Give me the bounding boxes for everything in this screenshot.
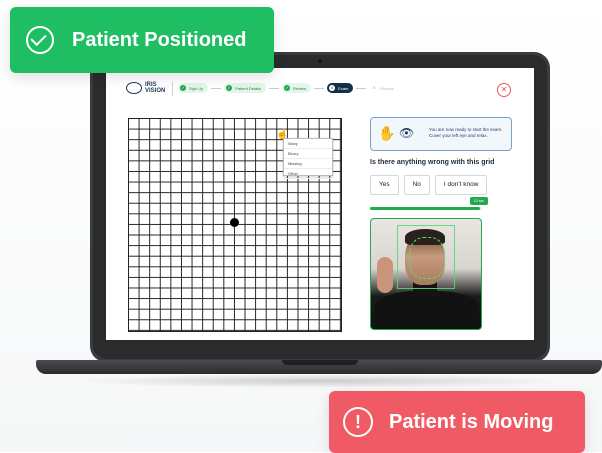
patient-positioned-badge: Patient Positioned <box>10 7 274 73</box>
step-connector <box>356 87 367 89</box>
badge-label: Patient Positioned <box>72 28 247 51</box>
step-number: 4 <box>329 85 336 91</box>
laptop-notch <box>282 360 358 365</box>
timer-badge: 12 sec <box>470 197 488 205</box>
step-connector <box>211 87 222 89</box>
step-progress: ✓ Sign Up ✓ Patient Details ✓ Review 4 E… <box>178 83 399 93</box>
webcam-dot <box>318 59 322 63</box>
progress-fill <box>370 207 480 210</box>
app-logo: IRIS VISION <box>126 82 171 94</box>
instruction-text: You are now ready to start the exam. Cov… <box>429 127 503 138</box>
menu-item-blurry[interactable]: Blurry <box>284 149 332 159</box>
step-sign-up[interactable]: ✓ Sign Up <box>178 83 209 93</box>
badge-label: Patient is Moving <box>389 410 554 433</box>
step-number: 5 <box>371 85 378 91</box>
step-label: Patient Details <box>235 85 262 91</box>
app-header: IRIS VISION ✓ Sign Up ✓ Patient Details … <box>106 68 534 110</box>
patient-hand <box>377 257 393 293</box>
no-button[interactable]: No <box>403 175 430 195</box>
laptop-shadow <box>70 374 570 388</box>
hand-icon: ✋ <box>378 125 396 141</box>
close-icon[interactable]: ✕ <box>497 83 511 97</box>
answer-group: Yes No I don't know <box>370 175 488 195</box>
face-tracking-mesh <box>409 237 445 279</box>
check-circle-icon <box>26 26 54 54</box>
check-icon: ✓ <box>226 85 233 91</box>
step-label: Sign Up <box>189 85 204 91</box>
step-label: Review <box>293 85 307 91</box>
step-review[interactable]: ✓ Review <box>282 83 312 93</box>
step-label: Results <box>380 85 394 91</box>
grid-center-dot <box>230 218 239 227</box>
exclamation-circle-icon: ! <box>343 407 373 437</box>
camera-feed <box>370 218 482 330</box>
step-exam[interactable]: 4 Exam <box>327 83 354 93</box>
eye-icon: 👁 <box>399 126 415 140</box>
step-patient-details[interactable]: ✓ Patient Details <box>224 83 267 93</box>
menu-item-other[interactable]: Other <box>284 169 332 179</box>
eye-logo-icon <box>126 82 142 94</box>
logo-text: IRIS VISION <box>145 82 166 94</box>
patient-moving-badge: ! Patient is Moving <box>329 391 585 453</box>
grid-issue-menu: Wavy Blurry Missing Other <box>283 138 333 179</box>
menu-item-missing[interactable]: Missing <box>284 159 332 169</box>
header-divider <box>172 82 173 96</box>
check-icon: ✓ <box>284 85 291 91</box>
step-results: 5 Results <box>369 83 398 93</box>
step-connector <box>269 87 280 89</box>
exam-progress-bar <box>370 207 482 210</box>
dont-know-button[interactable]: I don't know <box>434 175 488 195</box>
question-text: Is there anything wrong with this grid <box>370 159 495 166</box>
check-icon: ✓ <box>180 85 186 91</box>
yes-button[interactable]: Yes <box>370 175 399 195</box>
step-connector <box>314 87 325 89</box>
menu-item-wavy[interactable]: Wavy <box>284 139 332 149</box>
step-label: Exam <box>338 85 349 91</box>
instruction-card: ✋ 👁 You are now ready to start the exam.… <box>370 117 512 151</box>
laptop-screen: IRIS VISION ✓ Sign Up ✓ Patient Details … <box>106 68 534 340</box>
